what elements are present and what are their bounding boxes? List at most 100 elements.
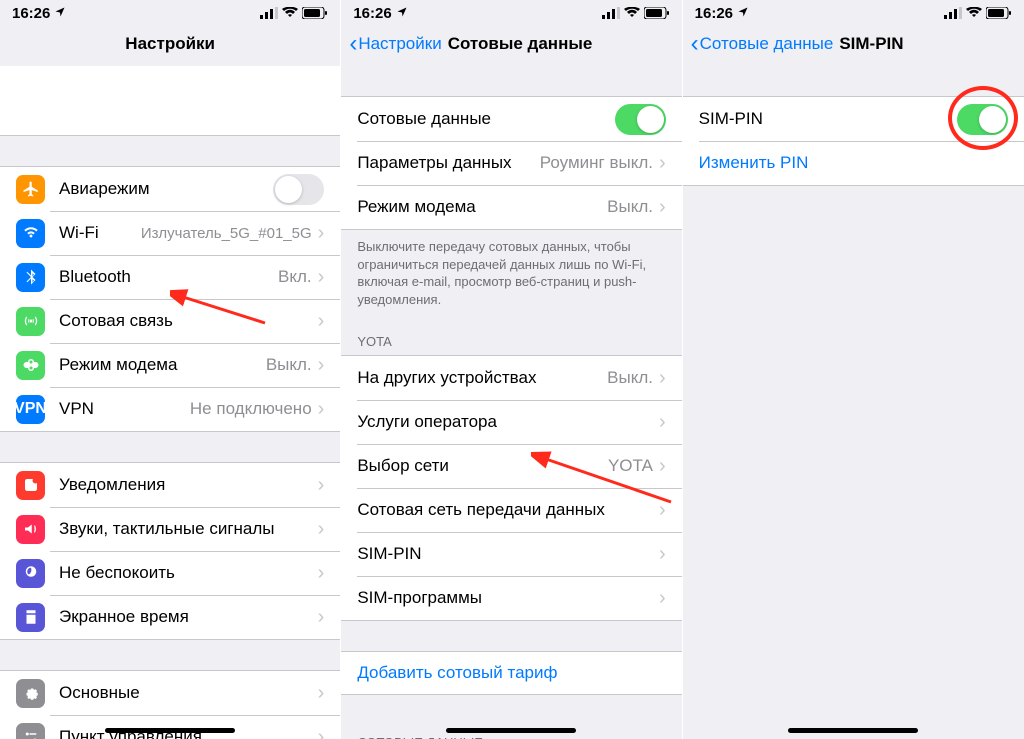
page-title: SIM-PIN [839,34,903,54]
cellular-pane: 16:26 ‹ Настройки Сотовые данные Сотовые… [341,0,682,739]
row-bluetooth[interactable]: Bluetooth Вкл. › [0,255,340,299]
chevron-icon: › [318,518,325,541]
row-control-center[interactable]: Пункт управления › [0,715,340,739]
gear-icon [16,679,45,708]
row-data-options[interactable]: Параметры данных Роуминг выкл. › [341,141,681,185]
hotspot-label: Режим модема [59,355,266,375]
row-sim-apps[interactable]: SIM-программы › [341,576,681,620]
status-time: 16:26 [695,5,733,22]
network-selection-value: YOTA [608,456,653,476]
dnd-icon [16,559,45,588]
chevron-left-icon: ‹ [349,30,357,58]
status-time: 16:26 [12,5,50,22]
wifi-icon [16,219,45,248]
row-airplane[interactable]: Авиарежим [0,167,340,211]
notifications-label: Уведомления [59,475,318,495]
status-bar: 16:26 [341,0,681,22]
status-icons [602,7,670,19]
bluetooth-icon [16,263,45,292]
add-cellular-plan-button[interactable]: Добавить сотовый тариф [341,651,681,695]
row-other-devices[interactable]: На других устройствах Выкл. › [341,356,681,400]
sim-pin-pane: 16:26 ‹ Сотовые данные SIM-PIN SIM-PIN [683,0,1024,739]
row-hotspot[interactable]: Режим модема Выкл. › [0,343,340,387]
control-center-icon [16,723,45,739]
airplane-toggle[interactable] [273,174,324,205]
wifi-value: Излучатель_5G_#01_5G [141,225,312,242]
chevron-icon: › [318,310,325,333]
back-button[interactable]: ‹ Сотовые данные [691,30,834,58]
nav-bar: ‹ Сотовые данные SIM-PIN [683,22,1024,66]
location-icon [737,5,749,22]
row-wifi[interactable]: Wi-Fi Излучатель_5G_#01_5G › [0,211,340,255]
sounds-icon [16,515,45,544]
cellular-label: Сотовая связь [59,311,318,331]
back-label: Настройки [358,34,441,54]
status-bar: 16:26 [0,0,340,22]
nav-bar: ‹ Настройки Сотовые данные [341,22,681,66]
home-indicator[interactable] [446,728,576,733]
home-indicator[interactable] [105,728,235,733]
hotspot-icon [16,351,45,380]
location-icon [54,5,66,22]
back-button[interactable]: ‹ Настройки [349,30,441,58]
status-time: 16:26 [353,5,391,22]
chevron-icon: › [318,266,325,289]
cellular-network-label: Сотовая сеть передачи данных [357,500,659,520]
cellular-data-toggle[interactable] [615,104,666,135]
screentime-icon [16,603,45,632]
vpn-icon: VPN [16,395,45,424]
chevron-icon: › [659,587,666,610]
cellular-icon [16,307,45,336]
row-carrier-services[interactable]: Услуги оператора › [341,400,681,444]
row-sim-pin[interactable]: SIM-PIN › [341,532,681,576]
chevron-icon: › [659,196,666,219]
profile-placeholder[interactable] [0,66,340,136]
row-screentime[interactable]: Экранное время › [0,595,340,639]
row-general[interactable]: Основные › [0,671,340,715]
row-cellular-network[interactable]: Сотовая сеть передачи данных › [341,488,681,532]
row-network-selection[interactable]: Выбор сети YOTA › [341,444,681,488]
cellular-footer-text: Выключите передачу сотовых данных, чтобы… [341,230,681,316]
dnd-label: Не беспокоить [59,563,318,583]
status-icons [944,7,1012,19]
chevron-icon: › [318,222,325,245]
vpn-label: VPN [59,399,190,419]
row-dnd[interactable]: Не беспокоить › [0,551,340,595]
home-indicator[interactable] [788,728,918,733]
chevron-icon: › [659,499,666,522]
hotspot-value: Выкл. [266,355,312,375]
hotspot-label: Режим модема [357,197,607,217]
bluetooth-label: Bluetooth [59,267,278,287]
sim-pin-toggle[interactable] [957,104,1008,135]
hotspot-value: Выкл. [607,197,653,217]
row-notifications[interactable]: Уведомления › [0,463,340,507]
chevron-icon: › [318,398,325,421]
chevron-icon: › [659,455,666,478]
sounds-label: Звуки, тактильные сигналы [59,519,318,539]
page-title: Настройки [125,34,215,54]
group-header-yota: YOTA [341,316,681,355]
row-personal-hotspot[interactable]: Режим модема Выкл. › [341,185,681,229]
chevron-icon: › [659,543,666,566]
notifications-icon [16,471,45,500]
nav-bar: Настройки [0,22,340,66]
row-sounds[interactable]: Звуки, тактильные сигналы › [0,507,340,551]
vpn-value: Не подключено [190,399,312,419]
chevron-icon: › [318,606,325,629]
chevron-icon: › [659,411,666,434]
row-vpn[interactable]: VPN VPN Не подключено › [0,387,340,431]
location-icon [396,5,408,22]
status-icons [260,7,328,19]
other-devices-value: Выкл. [607,368,653,388]
row-change-pin[interactable]: Изменить PIN [683,141,1024,185]
row-cellular-data[interactable]: Сотовые данные [341,97,681,141]
sim-apps-label: SIM-программы [357,588,659,608]
add-plan-label: Добавить сотовый тариф [357,663,557,683]
row-sim-pin-toggle[interactable]: SIM-PIN [683,97,1024,141]
page-title: Сотовые данные [448,34,593,54]
row-cellular[interactable]: Сотовая связь › [0,299,340,343]
network-selection-label: Выбор сети [357,456,608,476]
chevron-icon: › [318,562,325,585]
settings-pane: 16:26 Настройки Авиарежим [0,0,341,739]
chevron-icon: › [659,367,666,390]
